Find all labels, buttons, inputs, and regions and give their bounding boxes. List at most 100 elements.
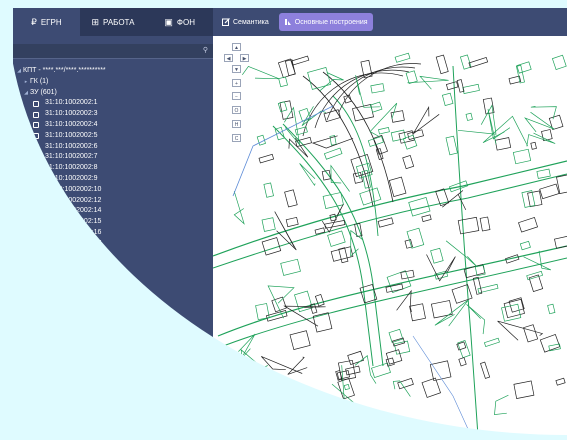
semantics-button-label: Семантика [233,18,269,26]
parcel-checkbox[interactable] [33,154,39,161]
parcel-boundary [497,320,544,341]
tab-rabota[interactable]: ⊞ РАБОТА [80,8,147,36]
parcel-checkbox[interactable] [33,122,39,129]
parcel-boundary [407,75,449,90]
tab-egrn[interactable]: ₽ ЕГРН [13,8,80,36]
parcel-checkbox[interactable] [33,187,39,194]
parcel-checkbox[interactable] [33,133,39,140]
parcel-item[interactable]: 31:10:1002002:7 [15,152,213,163]
building-outline [385,283,404,293]
map-c-button[interactable]: С [232,134,241,142]
building-outline [406,227,425,249]
zoom-in-button[interactable]: + [232,79,241,87]
map-canvas[interactable]: ▲ ◀ ▶ ▼ + − O Н С [213,36,567,435]
caret-down-icon[interactable]: ◢ [15,66,23,77]
parcel-item[interactable]: 31:10:1002002:10 [15,185,213,196]
object-tree: ◢ КПТ - ****.***/****.********** ▸ ГК (1… [15,66,213,260]
building-outline [278,76,288,88]
tree-group-gk[interactable]: ▸ ГК (1) [15,77,213,88]
parcel-boundary [261,356,303,374]
pan-right-button[interactable]: ▶ [240,54,249,62]
parcel-item[interactable]: 31:10:1002002:12 [15,196,213,207]
parcel-checkbox[interactable] [33,230,39,237]
basic-construction-button[interactable]: Основные построения [278,13,373,31]
zoom-out-button[interactable]: − [232,92,241,100]
parcel-item[interactable]: 31:10:1002002:15 [15,217,213,228]
tab-fon[interactable]: ▣ ФОН [146,8,213,36]
parcel-checkbox[interactable] [33,197,39,204]
parcel-item[interactable]: 31:10:1002002:3 [15,109,213,120]
tree-group-zu-label: ЗУ (601) [30,88,57,96]
building-outline [265,310,288,322]
parcel-item[interactable]: 31:10:1002002:6 [15,142,213,153]
search-icon[interactable]: ⚲ [203,46,208,54]
building-outline [255,303,270,321]
map-n-button[interactable]: Н [232,120,241,128]
search-input[interactable] [17,45,201,58]
building-outline [261,217,276,232]
parcel-label: 31:10:1002002:12 [45,196,102,204]
pan-down-button[interactable]: ▼ [232,65,241,73]
sidebar: ₽ ЕГРН ⊞ РАБОТА ▣ ФОН ⚲ ◢ КПТ - ****.***… [13,8,213,435]
caret-right-icon[interactable]: ▸ [22,77,30,88]
parcel-item[interactable]: 31:10:1002002:16 [15,228,213,239]
caret-down-icon[interactable]: ◢ [22,88,30,99]
parcel-boundary [412,105,440,134]
building-outline [385,357,395,367]
building-outline [390,110,405,123]
tab-rabota-label: РАБОТА [103,17,135,27]
parcel-checkbox[interactable] [33,176,39,183]
tree-group-zu[interactable]: ◢ ЗУ (601) [15,88,213,99]
building-outline [402,155,415,170]
building-outline [370,83,385,94]
parcel-checkbox[interactable] [33,111,39,118]
parcel-checkbox[interactable] [33,251,39,258]
building-outline [347,350,365,365]
pan-left-button[interactable]: ◀ [224,54,233,62]
parcel-label: 31:10:1002002:7 [45,153,98,161]
parcel-checkbox[interactable] [33,241,39,248]
building-outline [385,349,403,365]
parcel-item[interactable]: 31:10:1002002:14 [15,206,213,217]
building-outline [338,247,349,264]
tab-fon-label: ФОН [176,17,195,27]
parcel-item[interactable]: 31:10:1002002:18 [15,250,213,261]
building-outline [516,61,532,74]
parcel-checkbox[interactable] [33,100,39,107]
parcel-item[interactable]: 31:10:1002002:1 [15,98,213,109]
parcel-label: 31:10:1002002:1 [45,99,98,107]
building-outline [323,109,341,123]
parcel-boundary [330,164,350,192]
building-outline [258,153,275,164]
boundary-line [412,335,474,435]
building-outline [377,217,394,228]
pan-up-button[interactable]: ▲ [232,43,241,51]
parcel-boundary [299,163,316,187]
parcel-item[interactable]: 31:10:1002002:8 [15,163,213,174]
semantics-button[interactable]: Семантика [222,13,274,31]
building-outline [421,377,441,398]
building-outline [554,235,567,249]
parcel-boundary [434,299,469,327]
building-outline [388,176,407,198]
building-outline [409,303,426,322]
parcel-checkbox[interactable] [33,143,39,150]
edit-icon [222,18,230,26]
parcel-checkbox[interactable] [33,208,39,215]
parcel-item[interactable]: 31:10:1002002:5 [15,131,213,142]
building-outline [421,214,432,222]
pencil-ruler-icon [284,18,292,26]
tree-root[interactable]: ◢ КПТ - ****.***/****.********** [15,66,213,77]
parcel-boundary [445,240,478,268]
map-o-button[interactable]: O [232,106,241,114]
building-outline [289,330,311,351]
parcel-item[interactable]: 31:10:1002002:4 [15,120,213,131]
parcel-item[interactable]: 31:10:1002002:17 [15,239,213,250]
building-outline [512,148,532,165]
search-bar: ⚲ [13,44,213,59]
building-outline [284,59,296,77]
parcel-boundary [233,191,245,225]
parcel-item[interactable]: 31:10:1002002:9 [15,174,213,185]
parcel-checkbox[interactable] [33,219,39,226]
parcel-checkbox[interactable] [33,165,39,172]
